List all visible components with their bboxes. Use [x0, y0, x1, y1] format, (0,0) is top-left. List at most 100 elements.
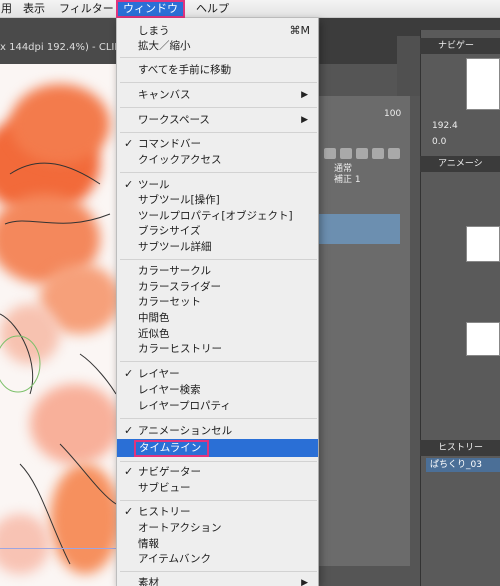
checkmark-icon: ✓	[124, 137, 134, 150]
menu-item-color-set[interactable]: カラーセット	[117, 294, 318, 310]
menu-separator	[120, 500, 317, 501]
menu-separator	[120, 57, 317, 58]
menu-item-info[interactable]: 情報	[117, 536, 318, 552]
menu-separator	[120, 132, 317, 133]
menubar-item-filter[interactable]: フィルター	[56, 0, 117, 18]
menu-item-label: すべてを手前に移動	[138, 64, 232, 76]
submenu-arrow-icon: ▶	[301, 115, 308, 125]
menu-item-label: キャンバス	[138, 89, 191, 101]
menubar-item-window[interactable]: ウィンドウ	[116, 0, 185, 18]
menu-item-material[interactable]: 素材 ▶	[117, 575, 318, 586]
menu-item-approximate-color[interactable]: 近似色	[117, 326, 318, 342]
menu-item-color-wheel[interactable]: カラーサークル	[117, 263, 318, 279]
menu-separator	[120, 172, 317, 173]
navigator-thumbnail	[466, 58, 500, 110]
submenu-arrow-icon: ▶	[301, 578, 308, 586]
menu-item-color-slider[interactable]: カラースライダー	[117, 279, 318, 295]
menu-item-sub-tool-detail[interactable]: サブツール詳細	[117, 239, 318, 255]
right-panel	[420, 30, 500, 586]
menu-item-sub-view[interactable]: サブビュー	[117, 480, 318, 496]
checkmark-icon: ✓	[124, 505, 134, 518]
menu-item-label: ツールプロパティ[オブジェクト]	[138, 210, 293, 222]
menu-item-workspace[interactable]: ワークスペース ▶	[117, 112, 318, 128]
menu-item-item-bank[interactable]: アイテムバンク	[117, 551, 318, 567]
menu-item-label: クイックアクセス	[138, 154, 222, 166]
layer-tool-icon[interactable]	[324, 148, 336, 159]
menu-separator	[120, 107, 317, 108]
menu-item-label: オートアクション	[138, 522, 222, 534]
layer-tool-icon[interactable]	[340, 148, 352, 159]
menu-item-label: サブツール詳細	[138, 241, 212, 253]
submenu-arrow-icon: ▶	[301, 90, 308, 100]
menu-item-label: しまう	[138, 25, 170, 37]
menu-separator	[120, 82, 317, 83]
menu-item-animation-cel[interactable]: ✓ アニメーションセル	[117, 423, 318, 439]
menu-item-navigator[interactable]: ✓ ナビゲーター	[117, 464, 318, 480]
menu-item-label: レイヤー	[138, 368, 180, 380]
menu-item-brush-size[interactable]: ブラシサイズ	[117, 223, 318, 239]
checkmark-icon: ✓	[124, 178, 134, 191]
menu-item-layer-search[interactable]: レイヤー検索	[117, 382, 318, 398]
animation-cel-thumbnail	[466, 226, 500, 262]
drawing-canvas[interactable]	[0, 64, 116, 586]
layer-name: 補正 1	[334, 175, 361, 185]
menubar-item-edit[interactable]: 用	[0, 0, 15, 18]
menu-separator	[120, 461, 317, 462]
menu-item-label: サブビュー	[138, 482, 191, 494]
menu-item-label: コマンドバー	[138, 138, 201, 150]
animation-header[interactable]: アニメーシ	[420, 156, 500, 172]
history-item[interactable]: ぱちくり_03	[426, 458, 500, 472]
menu-item-timeline[interactable]: タイムライン	[117, 439, 318, 457]
layer-tool-icon[interactable]	[388, 148, 400, 159]
blend-mode: 通常	[334, 164, 353, 174]
menu-item-color-history[interactable]: カラーヒストリー	[117, 341, 318, 357]
menu-item-label: 情報	[138, 538, 159, 550]
menu-item-history[interactable]: ✓ ヒストリー	[117, 504, 318, 520]
menu-item-sub-tool[interactable]: サブツール[操作]	[117, 192, 318, 208]
menu-item-quick-access[interactable]: クイックアクセス	[117, 152, 318, 168]
menu-item-minimize[interactable]: しまう ⌘M	[117, 23, 318, 39]
menu-item-label: カラーサークル	[138, 265, 211, 277]
menu-item-command-bar[interactable]: ✓ コマンドバー	[117, 136, 318, 152]
navigator-header[interactable]: ナビゲー	[420, 38, 500, 54]
menu-item-label: ワークスペース	[138, 114, 210, 126]
menu-item-label: ツール	[138, 179, 170, 191]
menu-separator	[120, 361, 317, 362]
menubar-item-view[interactable]: 表示	[20, 0, 48, 18]
menu-item-label: 素材	[138, 577, 159, 586]
menu-item-label: レイヤープロパティ	[138, 400, 231, 412]
window-menu: しまう ⌘M 拡大／縮小 すべてを手前に移動 キャンバス ▶ ワークスペース ▶…	[116, 18, 319, 586]
menu-item-label: カラーヒストリー	[138, 343, 222, 355]
menu-item-intermediate-color[interactable]: 中間色	[117, 310, 318, 326]
menu-item-label: タイムライン	[134, 440, 210, 457]
layer-panel	[318, 96, 410, 566]
menu-item-label: ナビゲーター	[138, 466, 201, 478]
zoom-value[interactable]: 192.4	[432, 121, 458, 131]
document-title: x 144dpi 192.4%) - CLIP S	[0, 42, 120, 53]
menubar-item-help[interactable]: ヘルプ	[193, 0, 232, 18]
menu-item-label: レイヤー検索	[138, 384, 201, 396]
menu-item-bring-all-to-front[interactable]: すべてを手前に移動	[117, 62, 318, 78]
menu-item-auto-action[interactable]: オートアクション	[117, 520, 318, 536]
history-header[interactable]: ヒストリー	[420, 440, 500, 456]
layer-tool-icon[interactable]	[372, 148, 384, 159]
layer-tool-icon[interactable]	[356, 148, 368, 159]
menu-separator	[120, 571, 317, 572]
menu-separator	[120, 418, 317, 419]
menu-item-tool-property[interactable]: ツールプロパティ[オブジェクト]	[117, 208, 318, 224]
menu-item-zoom[interactable]: 拡大／縮小	[117, 38, 318, 54]
menu-item-label: 拡大／縮小	[138, 40, 191, 52]
opacity-value[interactable]: 100	[384, 109, 401, 119]
angle-value[interactable]: 0.0	[432, 137, 446, 147]
menu-item-layer[interactable]: ✓ レイヤー	[117, 366, 318, 382]
menu-separator	[120, 259, 317, 260]
menu-item-label: 近似色	[138, 328, 170, 340]
menu-item-tool[interactable]: ✓ ツール	[117, 177, 318, 193]
menu-item-canvas[interactable]: キャンバス ▶	[117, 87, 318, 103]
menu-item-label: 中間色	[138, 312, 170, 324]
selected-layer-row[interactable]	[318, 214, 400, 244]
checkmark-icon: ✓	[124, 465, 134, 478]
menu-item-layer-property[interactable]: レイヤープロパティ	[117, 398, 318, 414]
checkmark-icon: ✓	[124, 424, 134, 437]
layer-blend-info: 通常 補正 1	[334, 164, 361, 186]
